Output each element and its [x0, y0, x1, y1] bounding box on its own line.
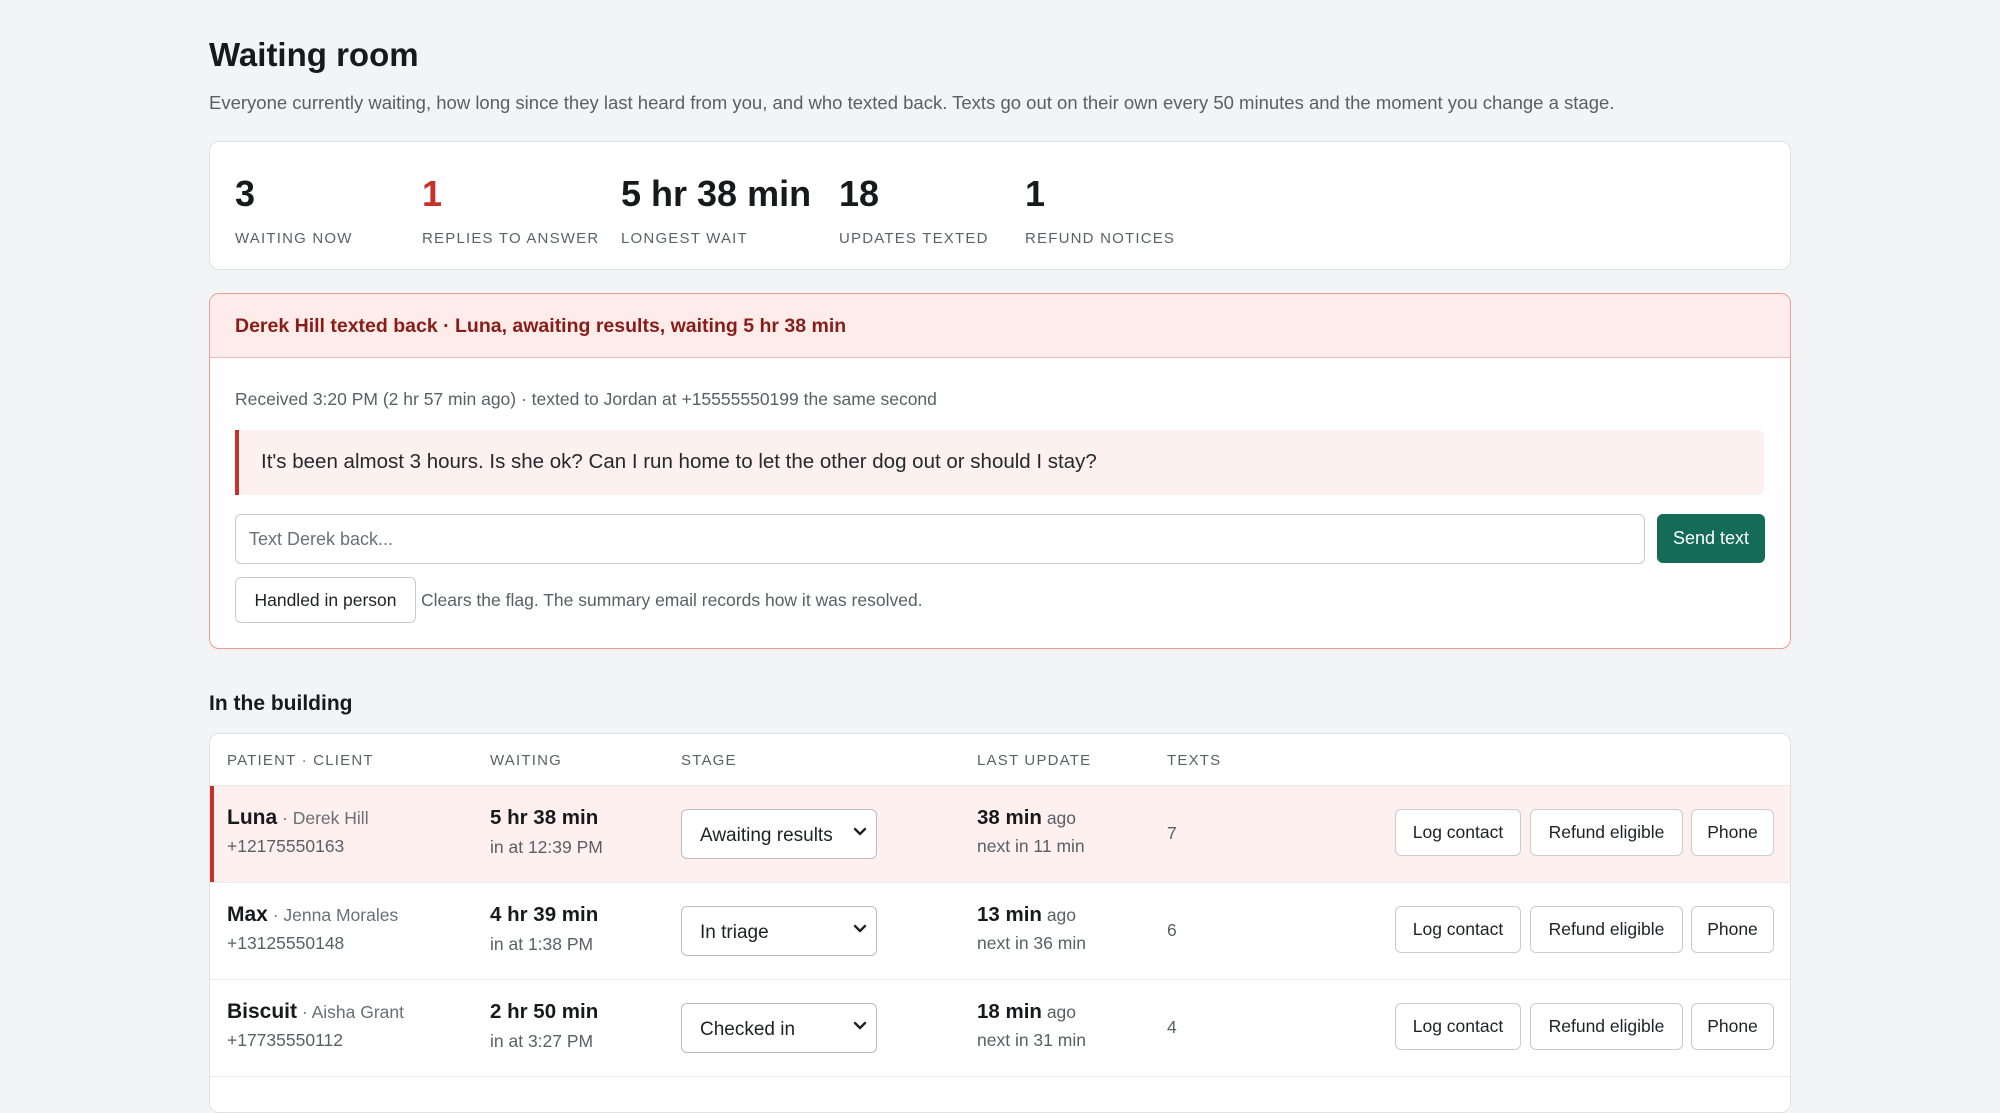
client-message: It's been almost 3 hours. Is she ok? Can… [235, 430, 1764, 495]
stat-label: Waiting now [235, 230, 353, 247]
column-header-texts: Texts [1167, 752, 1222, 769]
last-update-cell: 38 min ago next in 11 min [977, 806, 1085, 857]
phone-button[interactable]: Phone [1691, 1003, 1774, 1050]
texts-count: 7 [1167, 823, 1177, 843]
name-separator: · [267, 905, 284, 925]
alert-title: Derek Hill texted back · Luna, awaiting … [235, 315, 847, 337]
check-in-time: in at 12:39 PM [490, 837, 603, 857]
next-update: next in 11 min [977, 836, 1085, 856]
last-update-value: 18 min [977, 1000, 1042, 1023]
patient-cell: Max · Jenna Morales +13125550148 [227, 903, 398, 954]
reply-alert-card: Derek Hill texted back · Luna, awaiting … [209, 293, 1791, 649]
client-phone: +13125550148 [227, 933, 345, 953]
client-name: Aisha Grant [311, 1002, 405, 1022]
page-title: Waiting room [209, 36, 419, 73]
client-name: Jenna Morales [283, 905, 399, 925]
phone-button[interactable]: Phone [1691, 906, 1774, 953]
stage-value: Checked in [700, 1019, 796, 1040]
waiting-cell: 2 hr 50 min in at 3:27 PM [490, 1000, 598, 1052]
patient-cell: Biscuit · Aisha Grant +17735550112 [227, 1000, 404, 1051]
refund-eligible-button[interactable]: Refund eligible [1530, 906, 1683, 953]
chevron-down-icon [853, 827, 867, 836]
texts-count: 6 [1167, 920, 1177, 940]
alert-header: Derek Hill texted back · Luna, awaiting … [210, 294, 1790, 358]
column-header-patient: Patient · Client [227, 752, 374, 769]
column-header-stage: Stage [681, 752, 737, 769]
chevron-down-icon [853, 1021, 867, 1030]
section-title: In the building [209, 692, 353, 715]
waiting-cell: 5 hr 38 min in at 12:39 PM [490, 806, 603, 858]
check-in-time: in at 1:38 PM [490, 934, 594, 954]
stat-value: 18 [839, 173, 880, 214]
patient-name: Biscuit [227, 1000, 298, 1023]
stat-longest-wait: 5 hr 38 min Longest wait [621, 173, 812, 248]
waiting-duration: 5 hr 38 min [490, 806, 599, 829]
refund-eligible-button[interactable]: Refund eligible [1530, 809, 1683, 856]
patient-name: Max [227, 903, 268, 926]
name-separator: · [297, 1002, 312, 1022]
handled-in-person-button[interactable]: Handled in person [235, 577, 416, 623]
texts-count: 4 [1167, 1017, 1177, 1037]
last-update-cell: 13 min ago next in 36 min [977, 903, 1086, 954]
last-update-value: 13 min [977, 903, 1042, 926]
table-row: Max · Jenna Morales +13125550148 4 hr 39… [210, 883, 1790, 980]
stage-select[interactable]: Awaiting results [681, 809, 877, 859]
stat-value: 1 [422, 173, 443, 214]
check-in-time: in at 3:27 PM [490, 1031, 594, 1051]
refund-eligible-button[interactable]: Refund eligible [1530, 1003, 1683, 1050]
building-table: Patient · Client Waiting Stage Last upda… [209, 733, 1791, 1113]
stat-updates-texted: 18 Updates texted [839, 173, 989, 248]
stat-label: Updates texted [839, 230, 989, 247]
send-text-button[interactable]: Send text [1657, 514, 1765, 563]
received-info: Received 3:20 PM (2 hr 57 min ago) · tex… [235, 389, 937, 409]
stat-value: 1 [1025, 173, 1046, 214]
last-update-cell: 18 min ago next in 31 min [977, 1000, 1086, 1051]
phone-button[interactable]: Phone [1691, 809, 1774, 856]
stat-value: 5 hr 38 min [621, 173, 812, 214]
waiting-duration: 2 hr 50 min [490, 1000, 599, 1023]
stage-select[interactable]: In triage [681, 906, 877, 956]
handled-note: Clears the flag. The summary email recor… [421, 590, 923, 610]
client-phone: +12175550163 [227, 836, 345, 856]
table-row: Biscuit · Aisha Grant +17735550112 2 hr … [210, 980, 1790, 1077]
log-contact-button[interactable]: Log contact [1395, 809, 1521, 856]
next-update: next in 36 min [977, 933, 1086, 953]
column-header-waiting: Waiting [490, 752, 563, 769]
log-contact-button[interactable]: Log contact [1395, 1003, 1521, 1050]
chevron-down-icon [853, 924, 867, 933]
stat-label: Longest wait [621, 230, 748, 247]
next-update: next in 31 min [977, 1030, 1086, 1050]
patient-name: Luna [227, 806, 278, 829]
last-update-suffix: ago [1041, 1002, 1077, 1022]
last-update-suffix: ago [1041, 905, 1077, 925]
stat-label: Replies to answer [422, 230, 600, 247]
log-contact-button[interactable]: Log contact [1395, 906, 1521, 953]
stat-refund-notices: 1 Refund notices [1025, 173, 1176, 248]
stat-waiting-now: 3 Waiting now [235, 173, 353, 248]
stage-value: In triage [700, 922, 769, 943]
client-name: Derek Hill [292, 808, 369, 828]
table-header: Patient · Client Waiting Stage Last upda… [210, 734, 1790, 786]
stat-value: 3 [235, 173, 256, 214]
stat-replies-to-answer: 1 Replies to answer [422, 173, 600, 248]
stats-card: 3 Waiting now 1 Replies to answer 5 hr 3… [209, 141, 1791, 270]
reply-input[interactable] [235, 514, 1645, 564]
page-subtitle: Everyone currently waiting, how long sin… [209, 92, 1615, 113]
name-separator: · [277, 808, 293, 828]
waiting-cell: 4 hr 39 min in at 1:38 PM [490, 903, 598, 955]
table-row: Luna · Derek Hill +12175550163 5 hr 38 m… [210, 786, 1790, 883]
last-update-suffix: ago [1041, 808, 1077, 828]
patient-cell: Luna · Derek Hill +12175550163 [227, 806, 369, 857]
stage-select[interactable]: Checked in [681, 1003, 877, 1053]
client-phone: +17735550112 [227, 1030, 343, 1050]
waiting-duration: 4 hr 39 min [490, 903, 599, 926]
last-update-value: 38 min [977, 806, 1042, 829]
column-header-last-update: Last update [977, 752, 1092, 769]
stage-value: Awaiting results [700, 825, 833, 846]
client-message-text: It's been almost 3 hours. Is she ok? Can… [261, 450, 1097, 473]
stat-label: Refund notices [1025, 230, 1176, 247]
